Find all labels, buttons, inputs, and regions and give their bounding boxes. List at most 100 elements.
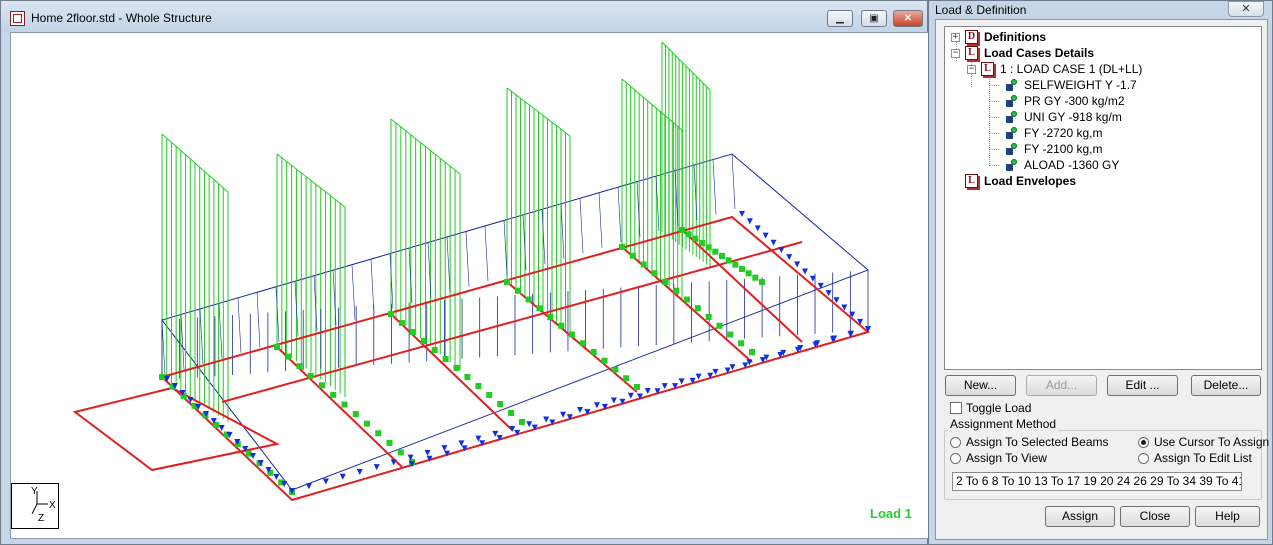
beam-load-marker (536, 305, 543, 312)
assign-to-view-radio[interactable] (950, 453, 961, 464)
load-item-icon (1005, 126, 1018, 140)
load-arrow (390, 459, 397, 466)
beam-load-marker (692, 235, 699, 242)
new-button[interactable]: New... (945, 375, 1016, 396)
frame-load-line (370, 259, 375, 315)
beam-load-marker (375, 430, 382, 437)
viewport-titlebar[interactable]: Home 2floor.std - Whole Structure ▁ ▣ ✕ (1, 1, 927, 32)
load-arrow (746, 218, 753, 225)
load-arrow (678, 378, 685, 385)
frame-load-line (712, 159, 717, 215)
beam-load-marker (679, 227, 685, 233)
beam-load-marker (519, 419, 525, 425)
load-item-icon (1005, 78, 1018, 92)
tree-connector (989, 149, 999, 150)
beam-load-marker (694, 305, 701, 312)
edit-button[interactable]: Edit ... (1107, 375, 1178, 396)
expand-icon[interactable]: + (951, 32, 960, 42)
edit-list-input[interactable]: 2 To 6 8 To 10 13 To 17 19 20 24 26 29 T… (952, 472, 1242, 491)
beam-load-marker (464, 374, 471, 380)
beam-load-marker (684, 296, 690, 303)
toggle-load-checkbox[interactable] (950, 402, 962, 414)
beam-load-marker (662, 279, 669, 285)
assign-button[interactable]: Assign (1045, 506, 1115, 527)
beam-load-marker (397, 449, 404, 456)
tree-item-load[interactable]: UNI GY -918 kg/m (1005, 109, 1122, 125)
tree-node-definitions[interactable]: + D Definitions (951, 29, 1046, 45)
close-button[interactable]: ✕ (893, 10, 923, 27)
structure-canvas[interactable]: Y X Z Load 1 (10, 32, 930, 539)
beam (276, 346, 403, 468)
axis-y-label: Y (31, 486, 38, 497)
load-arrow (729, 364, 736, 371)
beam-load-marker (180, 393, 187, 400)
close-button[interactable]: Close (1120, 506, 1190, 527)
load-arrow (786, 254, 793, 261)
use-cursor-radio[interactable] (1138, 437, 1149, 448)
tree-item-load[interactable]: ALOAD -1360 GY (1005, 157, 1119, 173)
load-cases-icon: L (965, 46, 978, 60)
tree-label: ALOAD -1360 GY (1024, 158, 1120, 172)
collapse-icon[interactable]: − (967, 64, 976, 74)
axis-triad: Y X Z (11, 483, 59, 529)
load-arrow (560, 411, 567, 418)
frame-load-line (351, 264, 356, 320)
beam-load-marker (634, 384, 640, 390)
load-arrow (695, 373, 702, 380)
frame-load-line (199, 308, 204, 364)
tree-connector (989, 85, 999, 86)
beam-load-marker (453, 365, 460, 371)
beam-load-marker (558, 322, 565, 329)
beam (390, 313, 513, 431)
panel-titlebar[interactable]: Load & Definition ✕ (929, 1, 1272, 19)
beam-load-marker (352, 411, 359, 418)
assign-selected-beams-radio[interactable] (950, 437, 961, 448)
beam-load-marker (420, 338, 427, 344)
load-arrow (273, 474, 280, 480)
viewport-title: Home 2floor.std - Whole Structure (31, 11, 212, 25)
tree-label: UNI GY -918 kg/m (1024, 110, 1122, 124)
add-button[interactable]: Add... (1026, 375, 1097, 396)
load-arrow (322, 478, 329, 485)
delete-button[interactable]: Delete... (1191, 375, 1261, 396)
beam-load-marker (732, 261, 739, 268)
tree-item-load[interactable]: FY -2100 kg,m (1005, 141, 1102, 157)
beam-load-marker (739, 266, 745, 272)
beam-load-marker (388, 311, 394, 317)
beam-load-marker (431, 347, 438, 353)
panel-title: Load & Definition (935, 3, 1027, 17)
frame-load-line (218, 303, 223, 359)
beam-load-marker (716, 322, 723, 329)
help-button[interactable]: Help (1195, 506, 1260, 527)
maximize-button[interactable]: ▣ (861, 10, 887, 27)
tree-item-load[interactable]: SELFWEIGHT Y -1.7 (1005, 77, 1137, 93)
tree-item-load[interactable]: PR GY -300 kg/m2 (1005, 93, 1125, 109)
tree-connector (989, 101, 999, 102)
collapse-icon[interactable]: − (951, 48, 960, 58)
load-arrow (754, 225, 761, 232)
load-arrow (218, 425, 225, 431)
load-arrow (627, 392, 634, 399)
beam-load-marker (475, 383, 482, 389)
tree-item-load[interactable]: FY -2720 kg,m (1005, 125, 1102, 141)
load-arrow (610, 397, 617, 404)
beam-load-marker (341, 401, 348, 408)
beam-load-marker (547, 314, 554, 320)
assign-edit-list-radio[interactable] (1138, 453, 1149, 464)
tree-node-load-cases-details[interactable]: − L Load Cases Details (951, 45, 1094, 61)
load-tree[interactable]: + D Definitions − L Load Cases Details −… (944, 26, 1262, 370)
axis-z-label: Z (38, 513, 44, 524)
panel-close-button[interactable]: ✕ (1228, 1, 1264, 17)
tree-node-load-envelopes[interactable]: L Load Envelopes (965, 173, 1076, 189)
load-arrow (305, 483, 312, 490)
beam-load-marker (745, 270, 752, 277)
beam-load-marker (330, 391, 337, 398)
structure-model[interactable] (11, 33, 929, 538)
frame-load-line (180, 314, 185, 370)
beam-load-marker (705, 314, 712, 320)
beam-load-marker (619, 244, 625, 250)
minimize-button[interactable]: ▁ (827, 10, 853, 27)
tree-node-load-case-1[interactable]: − L 1 : LOAD CASE 1 (DL+LL) (967, 61, 1142, 77)
load-case-icon: L (981, 62, 994, 76)
tree-label: PR GY -300 kg/m2 (1024, 94, 1125, 108)
